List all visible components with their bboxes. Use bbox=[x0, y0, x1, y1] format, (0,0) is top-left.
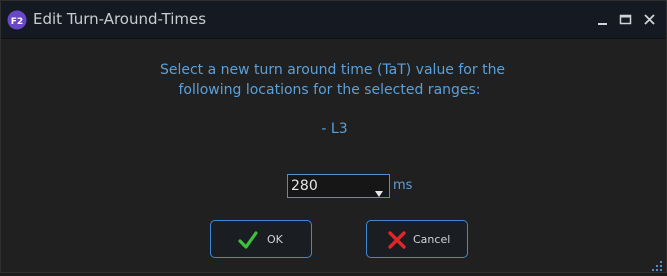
maximize-icon[interactable] bbox=[616, 10, 636, 30]
tat-selected-value: 280 bbox=[291, 178, 318, 194]
ok-button-label: OK bbox=[267, 233, 283, 246]
cancel-button-label: Cancel bbox=[413, 233, 451, 246]
instruction-line-1: Select a new turn around time (TaT) valu… bbox=[159, 62, 506, 78]
edit-tat-dialog: F2 Edit Turn-Around-Times Select a new t… bbox=[0, 0, 667, 273]
cancel-button[interactable]: Cancel bbox=[366, 220, 468, 258]
chevron-down-icon[interactable] bbox=[374, 183, 384, 197]
close-icon[interactable] bbox=[640, 10, 660, 30]
location-item: - L3 bbox=[321, 121, 348, 137]
checkmark-icon bbox=[238, 230, 258, 250]
ok-button[interactable]: OK bbox=[210, 220, 312, 258]
svg-text:F2: F2 bbox=[11, 17, 23, 27]
resize-grip-icon[interactable] bbox=[651, 257, 663, 271]
title-bar[interactable]: F2 Edit Turn-Around-Times bbox=[1, 1, 666, 39]
f2-app-icon: F2 bbox=[7, 10, 27, 30]
instruction-line-2: following locations for the selected ran… bbox=[178, 82, 481, 98]
window-title: Edit Turn-Around-Times bbox=[33, 10, 207, 28]
cross-icon bbox=[387, 230, 407, 250]
tat-value-dropdown[interactable]: 280 bbox=[287, 174, 390, 198]
tat-unit-label: ms bbox=[393, 178, 413, 193]
minimize-icon[interactable] bbox=[593, 10, 613, 30]
